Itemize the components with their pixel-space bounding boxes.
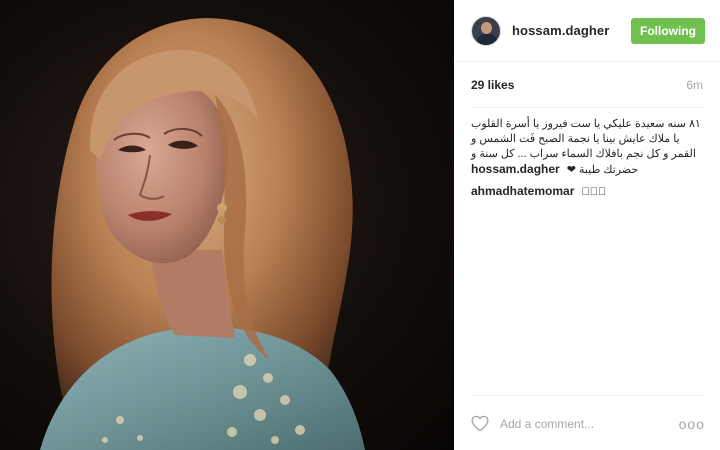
avatar[interactable]	[471, 15, 501, 46]
comment-username[interactable]: ahmadhatemomar	[471, 184, 574, 198]
portrait-image	[40, 18, 365, 450]
post-details-panel: hossam.dagher Following 29 likes 6m ٨١ س…	[454, 0, 720, 450]
timestamp[interactable]: 6m	[686, 78, 703, 92]
comments-list: ٨١ سنه سعيدة عليكي يا ست فيروز يا أسرة ا…	[454, 108, 720, 200]
list-item: ahmadhatemomar 󾟛󾟛󾟛	[471, 184, 703, 200]
more-options-icon[interactable]: ooo	[679, 416, 705, 432]
likes-count[interactable]: 29 likes	[471, 78, 514, 92]
add-comment-input[interactable]	[500, 414, 679, 433]
caption-username[interactable]: hossam.dagher	[471, 162, 560, 176]
post-photo[interactable]	[0, 0, 454, 450]
heart-icon[interactable]	[471, 415, 489, 432]
caption-comment: ٨١ سنه سعيدة عليكي يا ست فيروز يا أسرة ا…	[471, 117, 703, 178]
username-link[interactable]: hossam.dagher	[512, 23, 631, 38]
comment-text: 󾟛󾟛󾟛	[581, 186, 607, 198]
post-header: hossam.dagher Following	[454, 0, 720, 62]
following-button[interactable]: Following	[631, 17, 705, 44]
avatar-body	[477, 33, 497, 45]
comment-bar: ooo	[471, 395, 705, 437]
avatar-face	[481, 21, 492, 34]
post-stats: 29 likes 6m	[471, 62, 703, 108]
